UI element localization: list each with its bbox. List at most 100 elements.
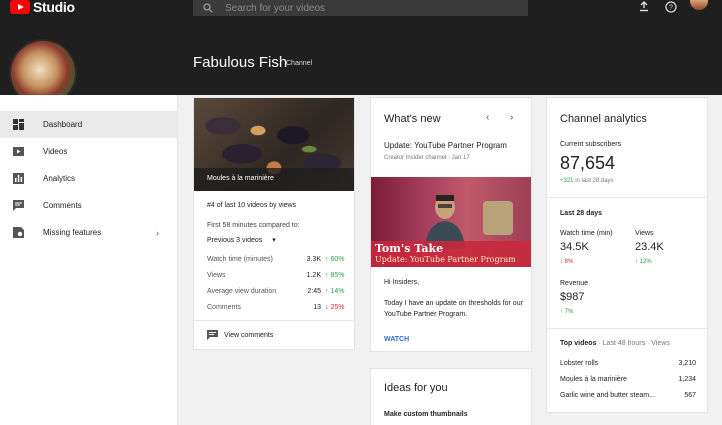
svg-text:?: ?: [669, 5, 673, 12]
youtube-logo-icon: [10, 0, 30, 14]
stat-delta-value: 60%: [330, 256, 345, 263]
news-meta: Creator Insider channel · Jan 17: [384, 155, 470, 161]
stat-value: 1.2K: [306, 272, 321, 279]
stat-label: Watch time (minutes): [207, 256, 273, 263]
card-title: Channel analytics: [560, 113, 647, 125]
stat-delta: ↑ 14%: [325, 288, 344, 295]
news-body: Today I have an update on thresholds for…: [384, 300, 523, 318]
subscribers-delta-value: +321: [560, 178, 574, 184]
upload-icon[interactable]: [638, 0, 650, 12]
news-image-subtitle: Update: YouTube Partner Program: [375, 255, 516, 264]
watch-time-value: 34.5K: [560, 241, 589, 253]
stat-delta-value: 14%: [330, 288, 345, 295]
sidebar-item-videos[interactable]: Videos: [0, 138, 178, 165]
top-video-title: Garlic wine and butter steam...: [560, 392, 655, 399]
chevron-left-icon[interactable]: ‹: [486, 112, 489, 123]
news-headline[interactable]: Update: YouTube Partner Program: [384, 141, 507, 150]
subscribers-value: 87,654: [560, 153, 616, 173]
subscribers-delta: +321 in last 28 days: [560, 178, 614, 184]
top-video-row[interactable]: Garlic wine and butter steam... 567: [560, 392, 696, 399]
stat-delta: ↓ 25%: [325, 304, 344, 311]
stat-delta-value: 25%: [330, 304, 345, 311]
comment-icon: [13, 200, 24, 211]
comment-icon: [207, 330, 218, 340]
top-video-row[interactable]: Lobster rolls 3,210: [560, 360, 696, 367]
card-title: What's new: [384, 113, 441, 125]
stat-value: 13: [313, 304, 321, 311]
stat-delta: ↑ 60%: [325, 256, 344, 263]
channel-tag: Channel: [286, 60, 313, 67]
missing-features-icon: [13, 227, 24, 238]
bar-chart-icon: [13, 173, 24, 184]
revenue-label: Revenue: [560, 280, 589, 287]
divider: [194, 320, 354, 321]
compare-select[interactable]: Previous 3 videos ▾: [207, 236, 276, 244]
thumbnail-caption: Moules à la marinière: [207, 175, 274, 182]
studio-logo[interactable]: Studio: [10, 0, 75, 15]
sidebar-item-label: Analytics: [43, 174, 76, 183]
view-comments-label: View comments: [224, 331, 274, 339]
compare-label: First 58 minutes compared to:: [207, 222, 300, 229]
watch-time-label: Watch time (min): [560, 230, 613, 237]
top-header: Studio Search for your videos ? Fabulous…: [0, 0, 722, 107]
sidebar: Dashboard Videos Analytics Comments Miss…: [0, 95, 178, 425]
whats-new-card: What's new ‹ › Update: YouTube Partner P…: [370, 97, 532, 352]
divider: [547, 197, 707, 198]
latest-video-card: Moules à la marinière #4 of last 10 vide…: [193, 97, 355, 350]
view-comments-link[interactable]: View comments: [207, 330, 273, 340]
video-icon: [13, 147, 24, 156]
news-image[interactable]: Tom's Take Update: YouTube Partner Progr…: [371, 177, 531, 267]
watch-button[interactable]: WATCH: [384, 336, 409, 343]
search-bar[interactable]: Search for your videos: [193, 0, 528, 16]
revenue-delta-value: 7%: [564, 309, 574, 315]
sidebar-item-missing-features[interactable]: Missing features ›: [0, 219, 178, 246]
stat-delta-value: 85%: [330, 272, 345, 279]
video-rank: #4 of last 10 videos by views: [207, 202, 297, 209]
dashboard-icon: [13, 119, 24, 130]
top-videos-label: Top videos: [560, 340, 597, 347]
logo-text: Studio: [33, 0, 75, 15]
sidebar-item-analytics[interactable]: Analytics: [0, 165, 178, 192]
stat-label: Average view duration: [207, 288, 277, 295]
presenter-image: [425, 195, 465, 249]
sidebar-item-comments[interactable]: Comments: [0, 192, 178, 219]
views-label: Views: [635, 230, 654, 237]
top-video-title: Moules à la marinière: [560, 376, 627, 383]
revenue-value: $987: [560, 291, 585, 303]
sidebar-item-label: Comments: [43, 201, 82, 210]
revenue-delta: ↑ 7%: [560, 309, 573, 315]
views-delta: ↑ 12%: [635, 259, 652, 265]
chevron-right-icon[interactable]: ›: [510, 112, 513, 123]
stat-delta: ↑ 85%: [325, 272, 344, 279]
idea-item[interactable]: Make custom thumbnails: [384, 411, 468, 418]
ideas-card: Ideas for you Make custom thumbnails: [370, 368, 532, 425]
channel-analytics-card: Channel analytics Current subscribers 87…: [546, 97, 708, 413]
divider: [547, 328, 707, 329]
subscribers-delta-suffix: in last 28 days: [575, 178, 614, 184]
top-video-row[interactable]: Moules à la marinière 1,234: [560, 376, 696, 383]
top-video-views: 567: [684, 392, 696, 399]
help-icon[interactable]: ?: [665, 0, 677, 13]
stat-label: Comments: [207, 304, 241, 311]
top-video-views: 1,234: [678, 376, 696, 383]
watch-time-delta: ↓ 8%: [560, 259, 573, 265]
sidebar-item-label: Videos: [43, 147, 68, 156]
news-greeting: Hi Insiders,: [384, 279, 420, 286]
channel-name: Fabulous Fish: [193, 54, 288, 71]
search-icon: [203, 3, 213, 13]
sidebar-item-label: Dashboard: [43, 120, 83, 129]
sidebar-item-label: Missing features: [43, 228, 102, 237]
watch-time-delta-value: 8%: [564, 259, 574, 265]
dropdown-arrow-icon: ▾: [272, 237, 276, 244]
top-videos-meta: · Last 48 hours · Views: [598, 340, 670, 347]
search-input[interactable]: Search for your videos: [225, 3, 325, 14]
stat-value: 3.3K: [306, 256, 321, 263]
account-avatar[interactable]: [690, 0, 708, 10]
chevron-right-icon: ›: [156, 227, 159, 238]
chair-image: [483, 201, 513, 235]
card-title: Ideas for you: [384, 382, 448, 394]
top-video-views: 3,210: [678, 360, 696, 367]
views-delta-value: 12%: [639, 259, 652, 265]
sidebar-item-dashboard[interactable]: Dashboard: [0, 111, 178, 138]
period-label: Last 28 days: [560, 210, 603, 217]
